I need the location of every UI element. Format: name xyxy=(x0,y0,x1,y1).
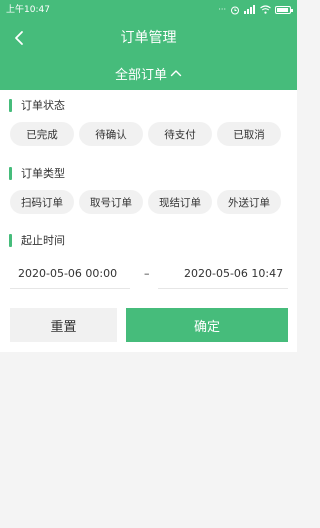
confirm-button[interactable]: 确定 xyxy=(126,308,288,342)
reset-button[interactable]: 重置 xyxy=(10,308,117,342)
section-title: 订单状态 xyxy=(21,99,65,112)
order-filter-toggle[interactable]: 全部订单 xyxy=(0,62,297,84)
section-title: 订单类型 xyxy=(21,167,65,180)
date-separator: – xyxy=(144,266,150,280)
header: 上午10:47 ··· 订单管理 全部订单 xyxy=(0,0,297,90)
chip-type-delivery[interactable]: 外送订单 xyxy=(217,190,281,214)
start-date-underline xyxy=(10,288,130,289)
chip-type-ticket[interactable]: 取号订单 xyxy=(79,190,143,214)
chevron-up-icon xyxy=(170,70,182,77)
page-title: 订单管理 xyxy=(120,30,177,46)
section-accent-bar xyxy=(9,233,12,247)
chip-status-cancelled[interactable]: 已取消 xyxy=(217,122,281,146)
chip-status-completed[interactable]: 已完成 xyxy=(10,122,74,146)
start-date-field[interactable]: 2020-05-06 00:00 xyxy=(18,263,117,283)
status-bar: 上午10:47 ··· xyxy=(0,0,297,20)
alarm-icon xyxy=(231,6,239,14)
section-title: 起止时间 xyxy=(21,234,65,247)
battery-icon xyxy=(275,5,293,14)
section-order-type: 订单类型 xyxy=(9,165,65,181)
filter-panel: 订单状态 已完成 待确认 待支付 已取消 订单类型 扫码订单 取号订单 现结订单… xyxy=(0,90,297,352)
chip-status-pending-payment[interactable]: 待支付 xyxy=(148,122,212,146)
dots-icon: ··· xyxy=(218,5,226,14)
chip-status-pending-confirm[interactable]: 待确认 xyxy=(79,122,143,146)
status-time: 上午10:47 xyxy=(6,5,50,15)
order-type-options: 扫码订单 取号订单 现结订单 外送订单 xyxy=(10,190,281,214)
section-accent-bar xyxy=(9,166,12,180)
chip-type-cash[interactable]: 现结订单 xyxy=(148,190,212,214)
end-date-field[interactable]: 2020-05-06 10:47 xyxy=(184,263,283,283)
section-order-status: 订单状态 xyxy=(9,97,65,113)
section-accent-bar xyxy=(9,98,12,112)
filter-label: 全部订单 xyxy=(114,67,167,83)
end-date-underline xyxy=(158,288,288,289)
wifi-icon xyxy=(260,5,271,14)
signal-icon xyxy=(244,5,255,14)
chip-type-scan[interactable]: 扫码订单 xyxy=(10,190,74,214)
status-icons: ··· xyxy=(218,3,293,16)
section-time-range: 起止时间 xyxy=(9,232,65,248)
order-status-options: 已完成 待确认 待支付 已取消 xyxy=(10,122,281,146)
